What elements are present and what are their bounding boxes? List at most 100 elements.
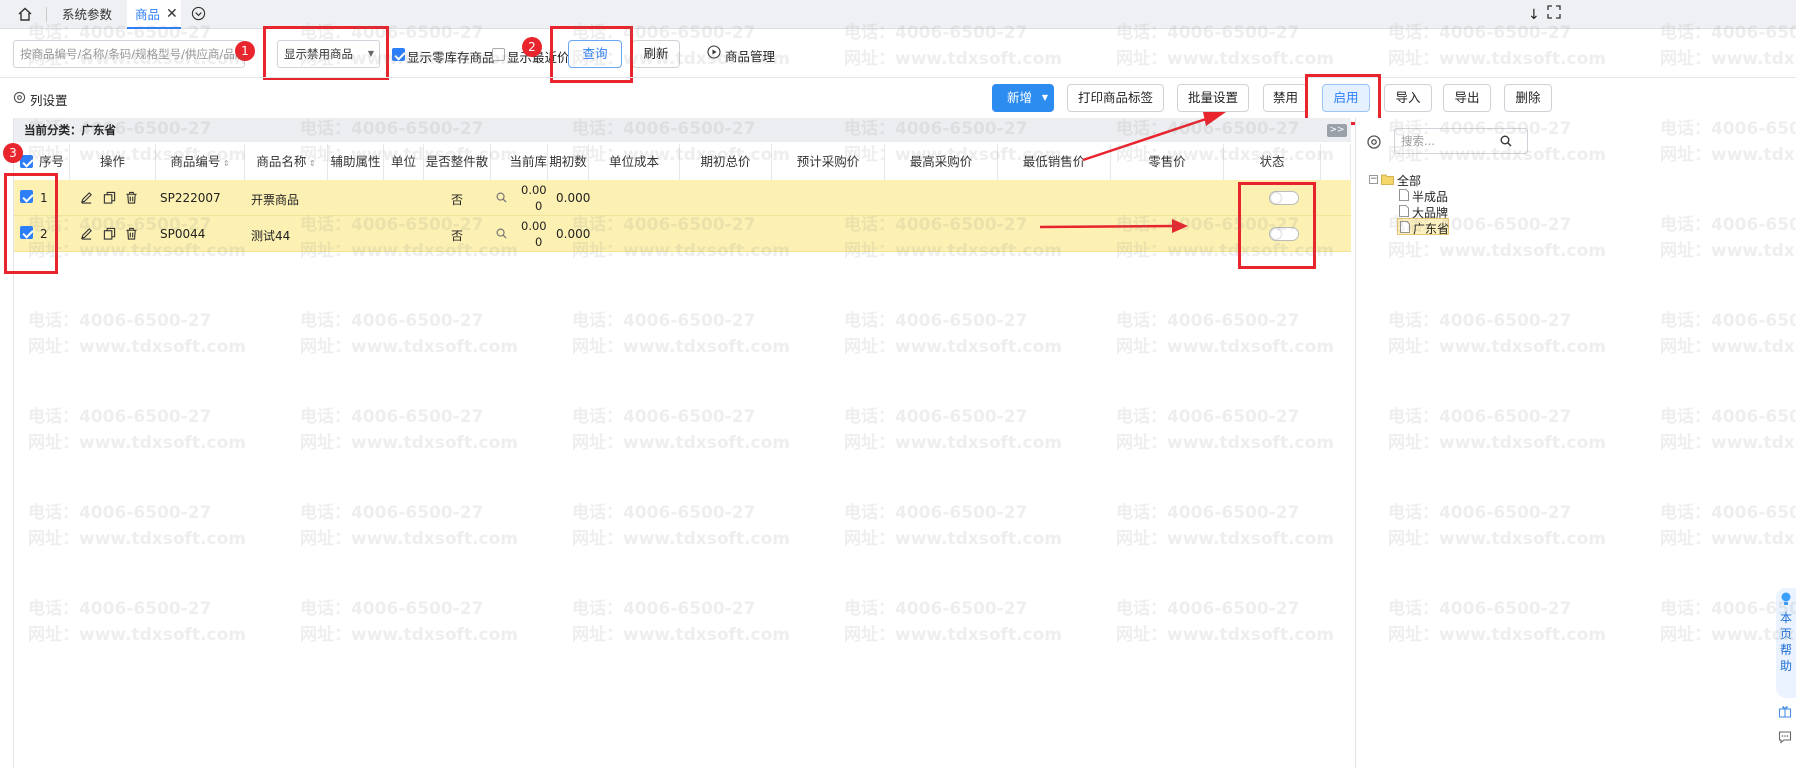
row-seq: 1 — [40, 191, 48, 205]
row-checkbox[interactable] — [20, 226, 33, 239]
batch-settings-button[interactable]: 批量设置 — [1177, 84, 1249, 112]
table-row[interactable]: 1 SP222007 开票商品 否 0.00 0 0.000 — [14, 180, 1351, 216]
header-unit: 单位 — [384, 144, 424, 180]
tree-collapse-icon[interactable]: − — [1369, 175, 1378, 184]
import-button[interactable]: 导入 — [1384, 84, 1432, 112]
settings-icon[interactable] — [1366, 134, 1382, 150]
header-code[interactable]: 商品编号 ⇕ — [156, 144, 245, 180]
file-icon — [1400, 221, 1410, 233]
header-name-label: 商品名称 — [256, 154, 307, 169]
chat-icon[interactable] — [1778, 730, 1792, 744]
caret-down-icon[interactable]: ▼ — [1042, 85, 1048, 111]
home-icon[interactable] — [17, 6, 33, 22]
watermark-site: 网址：www.tdxsoft.com — [1116, 49, 1334, 69]
fullscreen-icon[interactable] — [1547, 5, 1561, 19]
header-initial-total: 期初总价 — [680, 144, 772, 180]
trash-icon[interactable] — [125, 191, 138, 204]
search-icon[interactable] — [496, 192, 507, 203]
tree-node-child[interactable]: 半成品 — [1412, 188, 1448, 205]
header-code-label: 商品编号 — [170, 154, 221, 169]
category-tree-panel: 搜索... − 全部 半成品 大品牌 广东省 — [1355, 118, 1778, 768]
watermark-site: 网址：www.tdxsoft.com — [1660, 49, 1796, 69]
settings-icon[interactable] — [13, 91, 26, 104]
tree-node-child: 广东省 — [1413, 222, 1450, 236]
row-whole: 否 — [451, 229, 464, 243]
row-name: 开票商品 — [251, 193, 300, 207]
export-button[interactable]: 导出 — [1443, 84, 1491, 112]
header-min-sale: 最低销售价 — [998, 144, 1111, 180]
watermark-site: 网址：www.tdxsoft.com — [844, 49, 1062, 69]
search-input[interactable]: 按商品编号/名称/条码/规格型号/供应商/品牌查 — [13, 40, 245, 68]
filter-select[interactable]: 显示禁用商品 ▼ — [277, 40, 380, 68]
tab-system-params[interactable]: 系统参数 — [62, 0, 112, 29]
header-overflow — [1321, 144, 1351, 180]
enable-button[interactable]: 启用 — [1322, 84, 1370, 112]
download-icon[interactable]: ↓ — [1528, 7, 1540, 23]
row-code: SP0044 — [160, 227, 206, 241]
table-row[interactable]: 2 SP0044 测试44 否 0.00 0 0.000 — [14, 216, 1351, 252]
print-labels-button[interactable]: 打印商品标签 — [1067, 84, 1164, 112]
current-category-bar: 当前分类：广东省 — [14, 118, 1351, 142]
row-initial: 0.000 — [556, 191, 591, 205]
search-icon[interactable] — [496, 228, 507, 239]
file-icon — [1399, 205, 1409, 217]
folder-icon — [1381, 174, 1394, 185]
copy-icon[interactable] — [103, 227, 116, 240]
disable-button[interactable]: 禁用 — [1263, 84, 1308, 112]
page-help-widget[interactable]: 本页帮助 — [1776, 588, 1796, 698]
header-retail: 零售价 — [1111, 144, 1224, 180]
gift-icon[interactable] — [1778, 704, 1792, 718]
show-zero-stock-checkbox[interactable] — [392, 48, 405, 61]
tab-divider — [46, 7, 47, 22]
search-icon[interactable] — [1500, 135, 1512, 147]
status-toggle[interactable] — [1269, 227, 1299, 241]
row-checkbox[interactable] — [20, 190, 33, 203]
product-manage-link[interactable]: 商品管理 — [725, 46, 775, 65]
tab-products[interactable]: 商品 ✕ — [127, 0, 181, 29]
close-icon[interactable]: ✕ — [166, 0, 178, 29]
refresh-button[interactable]: 刷新 — [632, 40, 680, 68]
row-stock-b: 0 — [535, 235, 543, 249]
toolbar-divider — [0, 77, 1796, 78]
show-zero-stock-label: 显示零库存商品 — [407, 50, 495, 65]
column-settings-link[interactable]: 列设置 — [30, 90, 68, 109]
status-toggle[interactable] — [1269, 191, 1299, 205]
add-button[interactable]: 新增 ▼ — [992, 84, 1054, 112]
edit-icon[interactable] — [80, 227, 93, 240]
header-whole: 是否整件散 — [424, 144, 491, 180]
query-button[interactable]: 查询 — [568, 40, 622, 68]
filter-select-value: 显示禁用商品 — [284, 47, 353, 61]
header-seq-label: 序号 — [39, 154, 65, 169]
row-seq: 2 — [40, 227, 48, 241]
row-initial: 0.000 — [556, 227, 591, 241]
row-code: SP222007 — [160, 191, 221, 205]
tree-node-root[interactable]: 全部 — [1397, 172, 1421, 189]
show-recent-price-checkbox[interactable] — [492, 48, 505, 61]
watermark-site: 网址：www.tdxsoft.com — [1388, 49, 1606, 69]
header-expected-purchase: 预计采购价 — [772, 144, 885, 180]
header-unit-cost: 单位成本 — [589, 144, 680, 180]
tree-node-selected[interactable]: 广东省 — [1397, 218, 1450, 236]
row-name: 测试44 — [251, 229, 291, 243]
file-icon — [1399, 189, 1409, 201]
header-name[interactable]: 商品名称 ⇕ — [245, 144, 328, 180]
caret-down-icon: ▼ — [367, 49, 374, 58]
header-status: 状态 — [1224, 144, 1321, 180]
trash-icon[interactable] — [125, 227, 138, 240]
row-stock-a: 0.00 — [521, 219, 547, 233]
header-ops: 操作 — [70, 144, 156, 180]
delete-button[interactable]: 删除 — [1504, 84, 1552, 112]
row-stock-b: 0 — [535, 199, 543, 213]
sort-icon[interactable]: ⇕ — [220, 159, 230, 168]
chevron-down-icon[interactable] — [191, 6, 206, 21]
annotation-badge-2: 2 — [522, 37, 542, 57]
expand-panel-button[interactable]: >> — [1327, 124, 1347, 137]
annotation-badge-3: 3 — [3, 143, 23, 163]
edit-icon[interactable] — [80, 191, 93, 204]
sort-icon[interactable]: ⇕ — [306, 159, 316, 168]
header-max-purchase: 最高采购价 — [885, 144, 998, 180]
annotation-badge-1: 1 — [235, 41, 255, 61]
copy-icon[interactable] — [103, 191, 116, 204]
product-table: 当前分类：广东省 序号 操作 商品编号 ⇕ 商品名称 ⇕ 辅助属性 单位 是否整… — [13, 118, 1351, 768]
tab-label: 商品 — [135, 7, 161, 22]
